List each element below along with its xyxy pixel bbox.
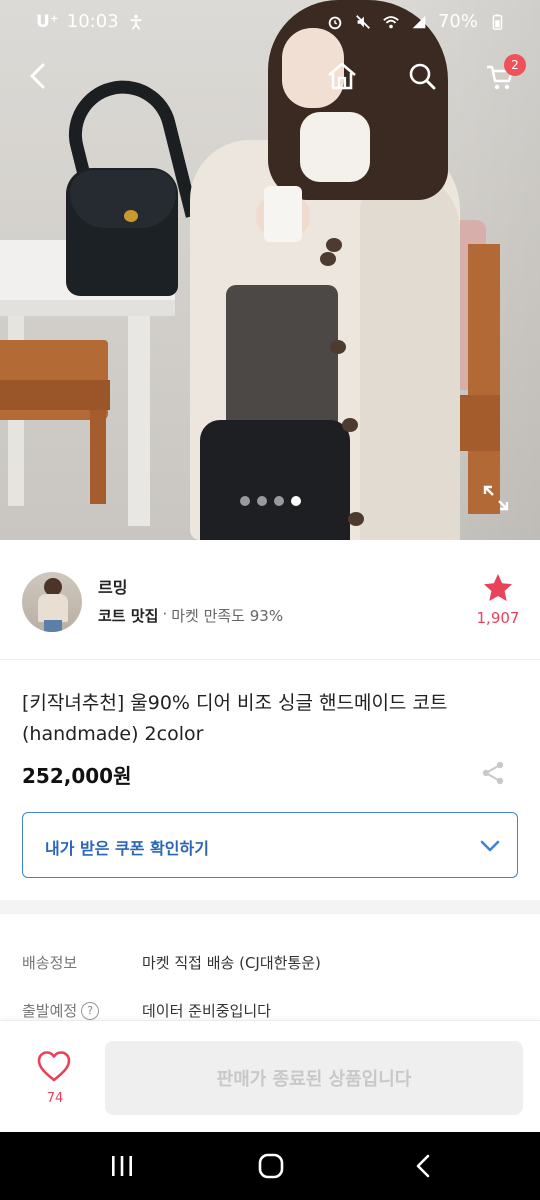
- avatar-figure: [38, 594, 68, 622]
- back-button[interactable]: [18, 56, 58, 96]
- signal-icon: [412, 15, 426, 28]
- image-chair: [468, 244, 500, 514]
- info-key-wrap: 출발예정 ?: [22, 1000, 100, 1021]
- heart-icon[interactable]: [36, 1049, 72, 1085]
- info-key: 출발예정: [22, 1002, 78, 1020]
- help-icon[interactable]: ?: [81, 1001, 100, 1020]
- gallery-dot[interactable]: [257, 496, 267, 506]
- image-table-edge: [0, 300, 175, 316]
- image-cup: [264, 186, 302, 242]
- image-chair-leg: [90, 410, 106, 504]
- seller-card[interactable]: [0, 540, 540, 660]
- gallery-indicator: [240, 496, 301, 506]
- seller-satisfaction: 마켓 만족도 93%: [171, 607, 284, 625]
- battery-percent: 70%: [437, 11, 478, 32]
- image-bag-flap: [70, 170, 176, 228]
- section-divider: [0, 900, 540, 914]
- seller-favorite-count: 1,907: [476, 609, 520, 627]
- image-coat-button: [326, 238, 342, 252]
- gallery-dot[interactable]: [240, 496, 250, 506]
- wifi-icon: [383, 15, 399, 28]
- back-nav-icon[interactable]: [410, 1152, 438, 1180]
- product-title: [키작녀추천] 울90% 디어 비조 싱글 핸드메이드 코트 (handmade…: [22, 688, 512, 750]
- image-legs: [200, 420, 350, 540]
- image-turtleneck: [300, 112, 370, 182]
- search-icon: [409, 63, 436, 90]
- info-value: 데이터 준비중입니다: [142, 1002, 271, 1020]
- alarm-icon: [328, 16, 342, 29]
- chevron-down-icon: [480, 840, 500, 852]
- image-coat-button: [342, 418, 358, 432]
- image-chair: [0, 380, 110, 410]
- image-skirt: [226, 285, 338, 435]
- info-key: 배송정보: [22, 954, 78, 972]
- image-coat-button: [330, 340, 346, 354]
- bottom-action-bar: 74 판매가 종료된 상품입니다: [0, 1020, 540, 1132]
- cart-count-badge: 2: [504, 54, 526, 76]
- seller-tag: 코트 맛집: [98, 607, 159, 625]
- seller-avatar[interactable]: [22, 572, 82, 632]
- product-price: 252,000원: [22, 764, 132, 788]
- home-button[interactable]: [322, 56, 362, 96]
- expand-icon[interactable]: [482, 484, 510, 512]
- image-bag-clasp: [124, 210, 138, 222]
- product-title-line: (handmade) 2color: [22, 723, 204, 745]
- cart-button[interactable]: 2: [480, 54, 526, 96]
- sale-ended-button[interactable]: 판매가 종료된 상품입니다: [105, 1041, 523, 1115]
- back-arrow-icon: [30, 63, 45, 89]
- product-title-line: [키작녀추천] 울90% 디어 비조 싱글 핸드메이드 코트: [22, 692, 448, 714]
- seller-meta-separator: ·: [162, 605, 168, 623]
- coupon-label: 내가 받은 쿠폰 확인하기: [45, 839, 209, 858]
- like-count: 74: [46, 1091, 64, 1106]
- carrier-label: U⁺: [36, 11, 59, 32]
- avatar-figure: [44, 620, 62, 632]
- gallery-dot[interactable]: [274, 496, 284, 506]
- recent-apps-icon[interactable]: [108, 1152, 136, 1180]
- accessibility-icon: [130, 14, 142, 30]
- star-icon[interactable]: [482, 572, 514, 604]
- image-coat-shade: [360, 170, 460, 540]
- top-nav: 2: [0, 50, 540, 102]
- image-coat-button: [320, 252, 336, 266]
- mute-icon: [356, 14, 370, 29]
- system-navigation-bar: [0, 1132, 540, 1200]
- status-bar: U⁺ 10:03 70%: [0, 0, 540, 44]
- share-icon[interactable]: [480, 760, 506, 786]
- image-table-leg: [128, 316, 150, 526]
- coupon-check-button[interactable]: 내가 받은 쿠폰 확인하기: [22, 812, 518, 878]
- seller-name[interactable]: 르밍: [98, 574, 127, 598]
- home-icon: [328, 62, 356, 90]
- battery-icon: [492, 13, 503, 30]
- clock: 10:03: [66, 11, 119, 32]
- home-nav-icon[interactable]: [257, 1152, 285, 1180]
- image-coat-button: [348, 512, 364, 526]
- info-value: 마켓 직접 배송 (CJ대한통운): [142, 954, 321, 972]
- gallery-dot-active[interactable]: [291, 496, 301, 506]
- seller-meta: 코트 맛집 · 마켓 만족도 93%: [98, 605, 283, 626]
- search-button[interactable]: [402, 56, 442, 96]
